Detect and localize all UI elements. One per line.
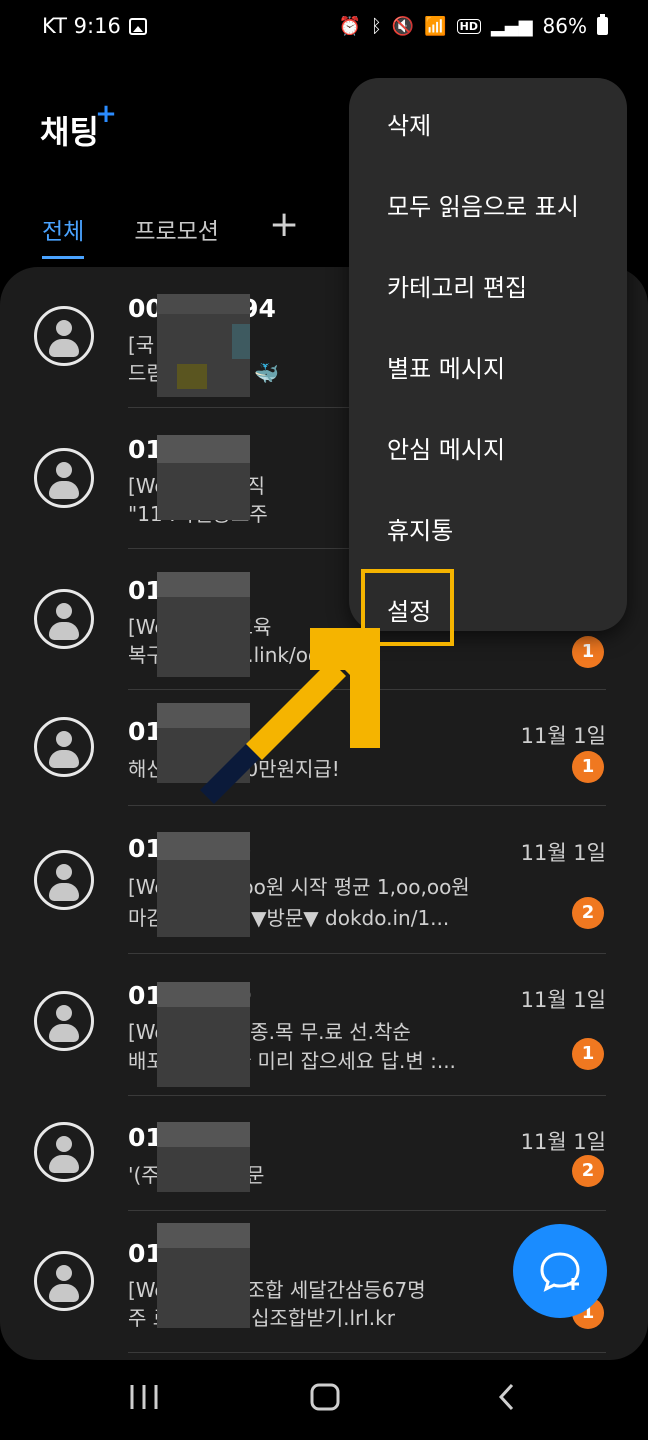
status-left: KT 9:16	[42, 14, 147, 38]
unread-badge: 1	[572, 1038, 604, 1070]
menu-item-mark-all-read[interactable]: 모두 읽음으로 표시	[387, 187, 579, 222]
message-date: 11월 1일	[520, 1130, 606, 1154]
more-options-menu: 삭제 모두 읽음으로 표시 카테고리 편집 별표 메시지 안심 메시지 휴지통 …	[349, 78, 627, 631]
divider	[128, 1352, 606, 1353]
menu-item-edit-categories[interactable]: 카테고리 편집	[387, 268, 527, 303]
unread-badge: 1	[572, 751, 604, 783]
category-tabs: 전체 프로모션 +	[42, 207, 299, 259]
list-item[interactable]: 01 -2636 11월 1일 [We 월 1o,ooo원 시작 평균 1,oo…	[0, 806, 648, 952]
avatar-icon	[34, 589, 94, 649]
hd-icon: HD	[456, 18, 482, 34]
menu-item-starred-messages[interactable]: 별표 메시지	[387, 349, 505, 384]
avatar-icon	[34, 717, 94, 777]
alarm-icon: ⏰	[338, 15, 362, 37]
page-title: 채팅 +	[40, 99, 117, 153]
wifi-icon: 📶	[424, 15, 447, 37]
status-right: ⏰ ᛒ 🔇 📶 HD ▂▄▆ 86%	[339, 14, 608, 38]
avatar-icon	[34, 306, 94, 366]
menu-item-safe-messages[interactable]: 안심 메시지	[387, 430, 505, 465]
title-plus-mark: +	[95, 99, 117, 129]
redaction-mask	[157, 1223, 250, 1328]
menu-item-trash[interactable]: 휴지통	[387, 511, 453, 546]
redaction-mask	[157, 1122, 250, 1192]
avatar-icon	[34, 448, 94, 508]
unread-badge: 1	[572, 636, 604, 668]
status-bar: KT 9:16 ⏰ ᛒ 🔇 📶 HD ▂▄▆ 86%	[0, 0, 648, 58]
pointer-arrow-icon	[200, 628, 380, 804]
message-date: 11월 1일	[520, 724, 606, 748]
unread-badge: 2	[572, 1155, 604, 1187]
list-item[interactable]: 01 -6430 11월 1일 [We .독입수" 종.목 무.료 선.착순 배…	[0, 954, 648, 1095]
tab-promotion[interactable]: 프로모션	[134, 212, 219, 256]
redaction-mask	[157, 435, 250, 520]
avatar-icon	[34, 991, 94, 1051]
menu-item-delete[interactable]: 삭제	[387, 106, 431, 141]
new-chat-button[interactable]	[513, 1224, 607, 1318]
page-title-text: 채팅	[40, 113, 99, 151]
battery-percent: 86%	[542, 14, 587, 38]
signal-icon: ▂▄▆	[491, 15, 533, 37]
recent-apps-icon[interactable]	[128, 1382, 160, 1412]
carrier-time: KT 9:16	[42, 14, 121, 38]
bluetooth-icon: ᛒ	[371, 15, 382, 37]
message-date: 11월 1일	[520, 841, 606, 865]
list-item[interactable]: 01 -6635 11월 1일 '(주 구인 공고문 2	[0, 1096, 648, 1210]
redaction-mask	[157, 294, 250, 397]
new-chat-icon	[540, 1252, 580, 1292]
home-icon[interactable]	[309, 1382, 341, 1412]
redaction-mask	[157, 832, 250, 937]
redaction-mask	[157, 982, 250, 1087]
add-tab-button[interactable]: +	[269, 207, 299, 243]
navigation-bar	[0, 1360, 648, 1440]
mute-icon: 🔇	[391, 15, 415, 37]
avatar-icon	[34, 1122, 94, 1182]
tab-all[interactable]: 전체	[42, 212, 85, 259]
message-date: 11월 1일	[520, 988, 606, 1012]
avatar-icon	[34, 850, 94, 910]
gallery-icon	[128, 17, 147, 35]
back-icon[interactable]	[494, 1382, 520, 1412]
unread-badge: 2	[572, 897, 604, 929]
avatar-icon	[34, 1251, 94, 1311]
battery-icon	[597, 14, 608, 35]
